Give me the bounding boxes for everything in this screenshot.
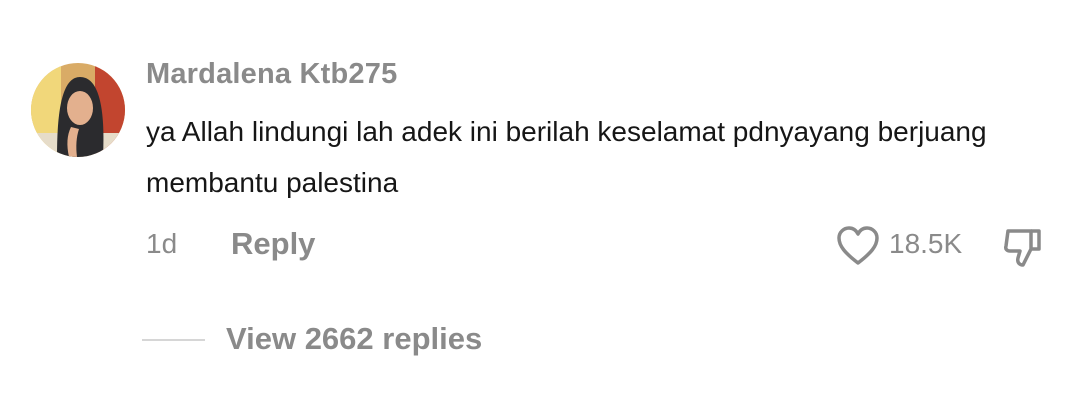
avatar[interactable]: [31, 63, 125, 157]
view-replies-button[interactable]: View 2662 replies: [226, 321, 482, 357]
comment-text: ya Allah lindungi lah adek ini berilah k…: [146, 116, 987, 198]
like-button[interactable]: [835, 225, 881, 267]
replies-divider: [142, 339, 205, 341]
comment-timestamp: 1d: [146, 228, 178, 259]
reply-button[interactable]: Reply: [231, 226, 315, 262]
dislike-button[interactable]: [1002, 225, 1044, 269]
thumbs-down-icon: [1004, 229, 1041, 267]
avatar-image: [31, 63, 125, 157]
comment-username[interactable]: Mardalena Ktb275: [146, 58, 397, 91]
heart-outline-icon: [837, 226, 879, 265]
like-count: 18.5K: [889, 228, 963, 259]
